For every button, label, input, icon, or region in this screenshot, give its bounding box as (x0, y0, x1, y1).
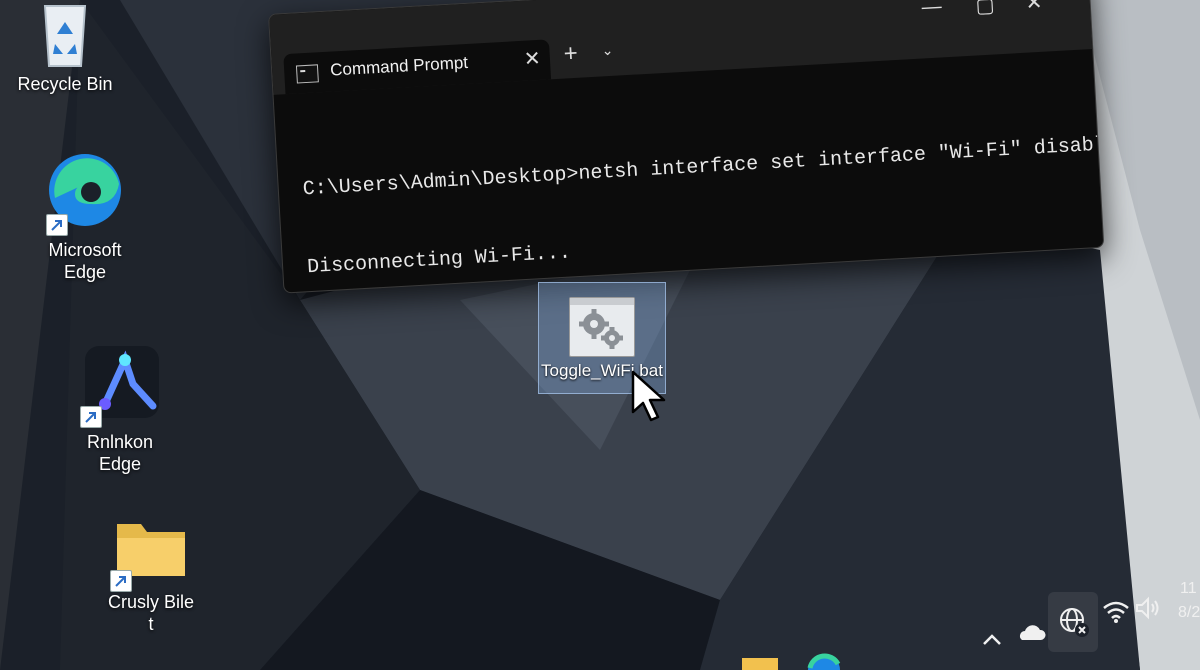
file-explorer-taskbar-icon[interactable] (742, 654, 782, 670)
tab-title: Command Prompt (329, 52, 469, 80)
desktop-icon-folder[interactable]: Crusly Bile t (96, 516, 206, 635)
shortcut-arrow-icon (110, 570, 132, 592)
chevron-up-icon[interactable] (982, 632, 1002, 646)
edge-taskbar-icon[interactable] (806, 652, 842, 670)
maximize-button[interactable]: ▢ (975, 0, 995, 18)
globe-disconnected-icon (1060, 608, 1089, 637)
desktop-icon-label: Rnlnkon Edge (86, 432, 154, 474)
recycle-bin-icon (43, 5, 87, 67)
desktop-icon-microsoft-edge[interactable]: Microsoft Edge (30, 150, 140, 283)
shortcut-arrow-icon (46, 214, 68, 236)
onedrive-cloud-icon[interactable] (1016, 622, 1046, 642)
clock-date[interactable]: 8/2 (1178, 604, 1200, 622)
network-button[interactable] (1048, 592, 1098, 652)
new-tab-button[interactable]: + (563, 40, 579, 69)
shortcut-arrow-icon (80, 406, 102, 428)
batch-file-icon (569, 297, 635, 357)
terminal-line-command: C:\Users\Admin\Desktop>netsh interface s… (302, 132, 1105, 202)
command-prompt-window[interactable]: Command Prompt ✕ + ⌄ — ▢ ✕ C:\Users\Admi… (268, 0, 1105, 294)
desktop-icon-label: Microsoft Edge (48, 240, 122, 282)
desktop-icon-app[interactable]: Rnlnkon Edge (60, 346, 180, 475)
close-button[interactable]: ✕ (1025, 0, 1043, 16)
desktop-icon-label: Crusly Bile t (107, 592, 195, 634)
close-tab-icon[interactable]: ✕ (523, 46, 541, 72)
chevron-down-icon[interactable]: ⌄ (601, 42, 614, 60)
wifi-icon[interactable] (1102, 600, 1130, 624)
cmd-icon (295, 64, 319, 84)
volume-icon[interactable] (1134, 596, 1162, 620)
clock-time[interactable]: 11 (1180, 580, 1197, 598)
desktop-icon-recycle-bin[interactable]: Recycle Bin (10, 0, 120, 95)
minimize-button[interactable]: — (921, 0, 942, 19)
tab-command-prompt[interactable]: Command Prompt ✕ (283, 39, 552, 95)
gear-icon (579, 309, 623, 349)
terminal-tab-bar: Command Prompt ✕ + ⌄ — ▢ ✕ (269, 0, 1093, 95)
mouse-pointer-icon (631, 370, 666, 422)
desktop-icon-label: Recycle Bin (17, 74, 113, 94)
